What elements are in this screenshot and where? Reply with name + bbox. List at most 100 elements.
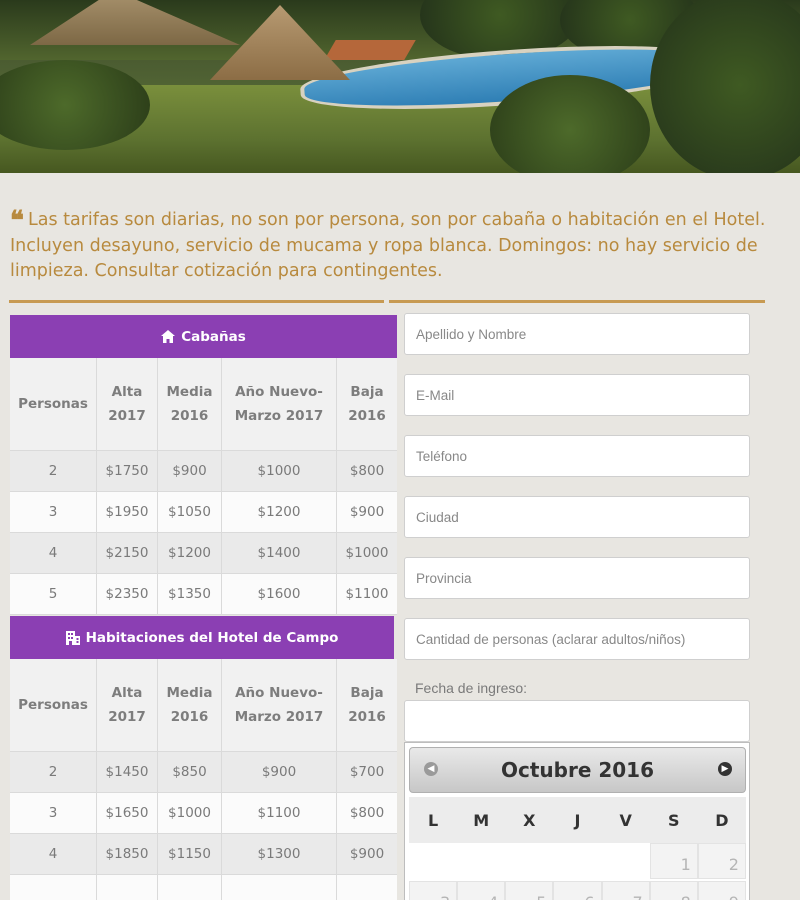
day-cell[interactable]: 5 xyxy=(505,881,554,900)
cell-price: $1000 xyxy=(337,533,397,574)
col-header: Año Nuevo-Marzo 2017 xyxy=(222,659,337,752)
cell-price: $2350 xyxy=(97,574,158,615)
day-cell[interactable]: 6 xyxy=(553,881,602,900)
cell-empty xyxy=(222,875,337,900)
weekday-row: L M X J V S D xyxy=(409,797,746,843)
weekday-label: L xyxy=(427,810,439,830)
day-cell[interactable]: 8 xyxy=(649,881,698,900)
cell-personas: 3 xyxy=(10,492,97,533)
table-row xyxy=(10,875,397,900)
weekday-label: M xyxy=(473,810,490,830)
day-cell[interactable]: 1 xyxy=(649,843,698,879)
cell-price: $1600 xyxy=(222,574,337,615)
cabanas-price-table: Cabañas Personas Alta 2017 Media 2016 Añ… xyxy=(10,315,397,615)
phone-field[interactable]: Teléfono xyxy=(404,435,750,477)
day-empty xyxy=(409,843,458,879)
day-cell[interactable]: 2 xyxy=(697,843,746,879)
cell-price: $1100 xyxy=(222,793,337,834)
cell-price: $1950 xyxy=(97,492,158,533)
col-header: Media 2016 xyxy=(158,358,222,451)
cell-price: $1200 xyxy=(222,492,337,533)
cell-empty xyxy=(10,875,97,900)
cell-price: $1750 xyxy=(97,451,158,492)
cell-price: $1200 xyxy=(158,533,222,574)
col-header: Personas xyxy=(10,659,97,752)
cabanas-column-headers: Personas Alta 2017 Media 2016 Año Nuevo-… xyxy=(10,358,397,451)
building-icon xyxy=(65,630,80,645)
cabanas-title: Cabañas xyxy=(181,328,246,345)
table-row: 5 $2350 $1350 $1600 $1100 xyxy=(10,574,397,615)
next-month-icon[interactable]: ▶ xyxy=(718,762,732,776)
cell-price: $1100 xyxy=(337,574,397,615)
cell-price: $900 xyxy=(158,451,222,492)
rates-note-text: Las tarifas son diarias, no son por pers… xyxy=(10,210,766,281)
table-row: 3 $1950 $1050 $1200 $900 xyxy=(10,492,397,533)
datepicker: ◀ Octubre 2016 ▶ L M X J V S D 1 2 3 4 5… xyxy=(404,742,750,900)
cell-empty xyxy=(158,875,222,900)
day-cell[interactable]: 9 xyxy=(697,881,746,900)
cell-price: $1400 xyxy=(222,533,337,574)
table-row: 4 $1850 $1150 $1300 $900 xyxy=(10,834,397,875)
rates-note: ❝ Las tarifas son diarias, no son por per… xyxy=(10,208,790,284)
cell-price: $850 xyxy=(158,752,222,793)
cell-price: $1300 xyxy=(222,834,337,875)
day-empty xyxy=(553,843,602,879)
day-empty xyxy=(505,843,554,879)
hotel-title: Habitaciones del Hotel de Campo xyxy=(85,629,339,646)
home-icon xyxy=(161,330,176,343)
table-row: 2 $1450 $850 $900 $700 xyxy=(10,752,397,793)
weekday-label: X xyxy=(523,810,536,830)
cell-personas: 4 xyxy=(10,533,97,574)
cell-empty xyxy=(337,875,397,900)
hero-photo xyxy=(0,0,800,173)
day-cell[interactable]: 7 xyxy=(601,881,650,900)
cell-price: $1000 xyxy=(158,793,222,834)
col-header: Año Nuevo-Marzo 2017 xyxy=(222,358,337,451)
checkin-label: Fecha de ingreso: xyxy=(415,680,528,696)
quote-icon: ❝ xyxy=(10,206,24,236)
hotel-column-headers: Personas Alta 2017 Media 2016 Año Nuevo-… xyxy=(10,659,397,752)
cell-price: $1350 xyxy=(158,574,222,615)
checkin-date-input[interactable] xyxy=(404,700,750,742)
cell-personas: 2 xyxy=(10,752,97,793)
weekday-label: J xyxy=(574,810,581,830)
weekday-label: D xyxy=(715,810,729,830)
cell-price: $1650 xyxy=(97,793,158,834)
datepicker-month-title: Octubre 2016 xyxy=(500,758,655,782)
cell-price: $900 xyxy=(337,834,397,875)
cell-price: $1050 xyxy=(158,492,222,533)
cell-price: $900 xyxy=(337,492,397,533)
col-header: Media 2016 xyxy=(158,659,222,752)
cell-price: $1150 xyxy=(158,834,222,875)
weekday-label: V xyxy=(619,810,632,830)
cell-price: $700 xyxy=(337,752,397,793)
email-field[interactable]: E-Mail xyxy=(404,374,750,416)
province-field[interactable]: Provincia xyxy=(404,557,750,599)
cell-price: $1450 xyxy=(97,752,158,793)
cell-empty xyxy=(97,875,158,900)
table-row: 3 $1650 $1000 $1100 $800 xyxy=(10,793,397,834)
col-header: Personas xyxy=(10,358,97,451)
table-row: 2 $1750 $900 $1000 $800 xyxy=(10,451,397,492)
table-row: 4 $2150 $1200 $1400 $1000 xyxy=(10,533,397,574)
day-empty xyxy=(457,843,506,879)
cell-price: $800 xyxy=(337,451,397,492)
day-cell[interactable]: 3 xyxy=(409,881,458,900)
name-field[interactable]: Apellido y Nombre xyxy=(404,313,750,355)
datepicker-days: 1 2 3 4 5 6 7 8 9 xyxy=(409,843,746,900)
cell-price: $800 xyxy=(337,793,397,834)
city-field[interactable]: Ciudad xyxy=(404,496,750,538)
datepicker-header: ◀ Octubre 2016 ▶ xyxy=(409,747,746,793)
col-header: Alta 2017 xyxy=(97,659,158,752)
cell-price: $2150 xyxy=(97,533,158,574)
day-cell[interactable]: 4 xyxy=(457,881,506,900)
day-empty xyxy=(601,843,650,879)
col-header: Alta 2017 xyxy=(97,358,158,451)
cell-personas: 4 xyxy=(10,834,97,875)
prev-month-icon[interactable]: ◀ xyxy=(424,762,438,776)
cell-personas: 3 xyxy=(10,793,97,834)
cell-price: $1000 xyxy=(222,451,337,492)
hotel-price-table: Habitaciones del Hotel de Campo Personas… xyxy=(10,616,397,900)
hotel-table-header: Habitaciones del Hotel de Campo xyxy=(10,616,394,659)
people-count-field[interactable]: Cantidad de personas (aclarar adultos/ni… xyxy=(404,618,750,660)
